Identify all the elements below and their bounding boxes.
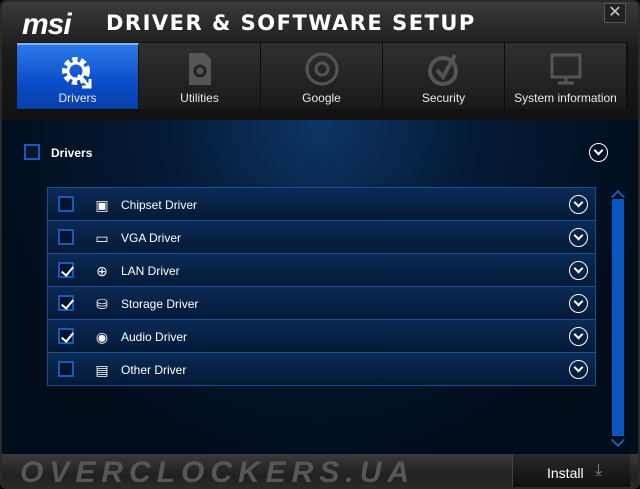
tab-utilities[interactable]: Utilities <box>139 43 261 109</box>
gear-download-icon <box>17 53 138 89</box>
globe-network-icon: ⊕ <box>96 263 108 279</box>
content-area: Drivers ▣ Chipset Driver ▭ VGA Driver ⊕ … <box>2 120 638 454</box>
tab-drivers[interactable]: Drivers <box>17 43 139 109</box>
storage-icon: ⛁ <box>96 296 108 312</box>
scrollbar-thumb[interactable] <box>612 199 624 436</box>
tab-label: Utilities <box>180 91 219 105</box>
driver-checkbox[interactable] <box>58 196 74 212</box>
chrome-icon <box>261 51 382 87</box>
expand-chevron-icon[interactable] <box>569 195 588 214</box>
driver-checkbox[interactable] <box>58 262 74 278</box>
file-gear-icon <box>139 51 260 87</box>
monitor-icon <box>505 51 626 87</box>
driver-checkbox[interactable] <box>58 328 74 344</box>
driver-label: Storage Driver <box>121 297 199 311</box>
footer: OVERCLOCKERS.UA Install ⤓ <box>2 454 638 489</box>
expand-chevron-icon[interactable] <box>569 228 588 247</box>
install-button[interactable]: Install ⤓ <box>512 454 630 487</box>
driver-checkbox[interactable] <box>58 229 74 245</box>
tab-label: System information <box>514 91 617 105</box>
driver-label: VGA Driver <box>121 231 182 245</box>
driver-label: LAN Driver <box>121 264 180 278</box>
driver-row[interactable]: ▤ Other Driver <box>47 352 596 386</box>
driver-checkbox[interactable] <box>58 361 74 377</box>
expand-chevron-icon[interactable] <box>569 327 588 346</box>
tab-bar: Drivers Utilities Google Security System… <box>16 42 628 110</box>
toolbox-icon: ▤ <box>95 362 109 378</box>
driver-label: Other Driver <box>121 363 187 377</box>
download-icon: ⤓ <box>595 462 603 479</box>
expand-chevron-icon[interactable] <box>569 294 588 313</box>
msi-logo: msi <box>22 8 72 41</box>
watermark: OVERCLOCKERS.UA <box>20 456 416 489</box>
tab-label: Drivers <box>58 91 97 105</box>
shield-check-icon <box>383 51 504 87</box>
tab-label: Google <box>302 91 341 105</box>
tab-system-information[interactable]: System information <box>505 43 627 109</box>
driver-checkbox[interactable] <box>58 295 74 311</box>
driver-label: Audio Driver <box>121 330 188 344</box>
section-title: Drivers <box>51 146 93 160</box>
tab-label: Security <box>421 91 466 105</box>
graphics-card-icon: ▭ <box>95 230 109 246</box>
header: msi DRIVER & SOFTWARE SETUP ✕ Drivers Ut… <box>2 2 638 120</box>
app-window: msi DRIVER & SOFTWARE SETUP ✕ Drivers Ut… <box>0 0 640 489</box>
speaker-icon: ◉ <box>95 329 109 345</box>
close-button[interactable]: ✕ <box>604 3 626 23</box>
driver-row[interactable]: ▭ VGA Driver <box>47 220 596 254</box>
chip-icon: ▣ <box>95 197 109 213</box>
select-all-drivers-checkbox[interactable] <box>24 144 40 160</box>
app-title: DRIVER & SOFTWARE SETUP <box>106 11 476 35</box>
expand-chevron-icon[interactable] <box>569 360 588 379</box>
driver-row[interactable]: ⊕ LAN Driver <box>47 253 596 287</box>
driver-list: ▣ Chipset Driver ▭ VGA Driver ⊕ LAN Driv… <box>47 187 596 386</box>
install-label: Install <box>547 465 584 481</box>
section-collapse-chevron-icon[interactable] <box>589 143 608 162</box>
driver-row[interactable]: ▣ Chipset Driver <box>47 187 596 221</box>
tab-google[interactable]: Google <box>261 43 383 109</box>
driver-row[interactable]: ◉ Audio Driver <box>47 319 596 353</box>
driver-row[interactable]: ⛁ Storage Driver <box>47 286 596 320</box>
tab-security[interactable]: Security <box>383 43 505 109</box>
expand-chevron-icon[interactable] <box>569 261 588 280</box>
driver-label: Chipset Driver <box>121 198 198 212</box>
